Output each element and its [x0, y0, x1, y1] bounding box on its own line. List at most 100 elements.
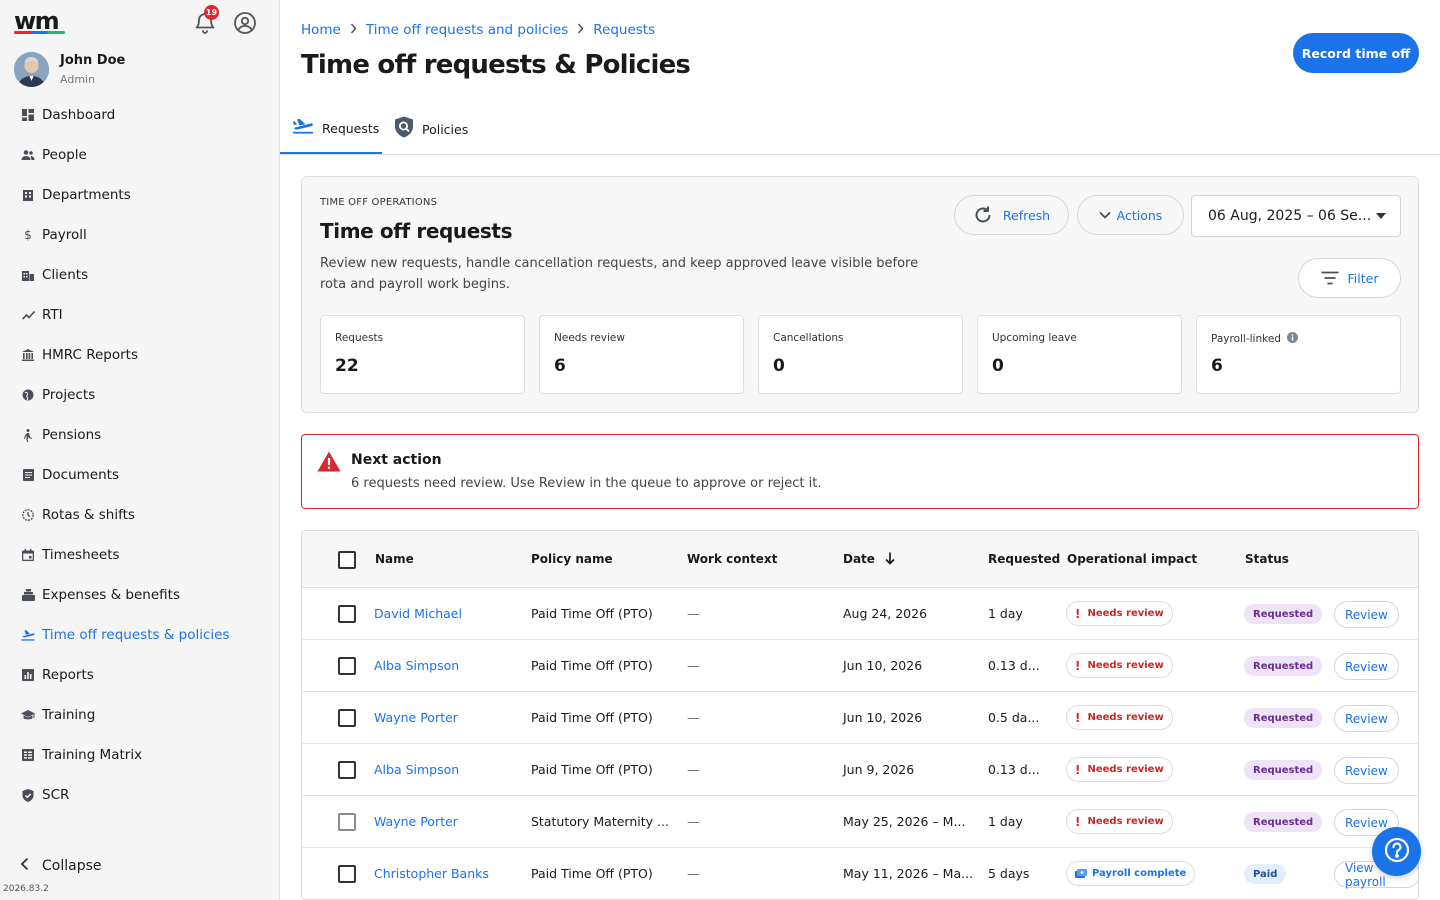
notification-badge: 19 [204, 5, 219, 20]
review-button[interactable]: Review [1334, 601, 1399, 628]
refresh-button[interactable]: Refresh [954, 195, 1069, 235]
stat-label: Payroll-linked [1211, 332, 1299, 346]
status-badge: Requested [1244, 708, 1323, 728]
sidebar-item-payroll[interactable]: $ Payroll [0, 215, 279, 255]
sidebar-item-reports[interactable]: Reports [0, 655, 279, 695]
sidebar-item-rti[interactable]: RTI [0, 295, 279, 335]
sidebar-item-training-matrix[interactable]: Training Matrix [0, 735, 279, 775]
row-checkbox[interactable] [338, 657, 356, 675]
chevron-right-icon [577, 23, 584, 37]
tab-requests[interactable]: Requests [280, 104, 382, 154]
sidebar-item-label: Reports [42, 667, 94, 683]
review-button[interactable]: Review [1334, 653, 1399, 680]
impact-label: Needs review [1087, 764, 1164, 775]
sidebar: wm 19 John Doe Admin Dashboard People De… [0, 0, 280, 900]
page-title: Time off requests & Policies [301, 50, 691, 80]
policy-name: Paid Time Off (PTO) [531, 606, 653, 621]
impact-label: Needs review [1087, 608, 1164, 619]
dollar-icon: $ [24, 228, 32, 242]
sidebar-item-scr[interactable]: SCR [0, 775, 279, 815]
actions-button[interactable]: Actions [1077, 195, 1184, 235]
refresh-icon [973, 205, 993, 225]
sidebar-item-pensions[interactable]: Pensions [0, 415, 279, 455]
chevron-left-icon [20, 856, 30, 875]
sidebar-item-label: Training Matrix [42, 747, 143, 763]
logo-underline [14, 31, 65, 34]
employee-name-link[interactable]: Alba Simpson [374, 762, 459, 777]
app-logo[interactable]: wm [14, 9, 60, 33]
employee-name-link[interactable]: Christopher Banks [374, 866, 489, 881]
app-version: 2026.83.2 [3, 884, 49, 894]
help-button[interactable] [1372, 827, 1421, 876]
section-title: Time off requests [320, 219, 513, 243]
building-icon [21, 188, 35, 202]
calendar-icon [21, 548, 35, 562]
breadcrumb: Home Time off requests and policies Requ… [301, 22, 655, 38]
table-row[interactable]: David Michael Paid Time Off (PTO) — Aug … [302, 588, 1418, 640]
employee-name-link[interactable]: Wayne Porter [374, 814, 458, 829]
row-checkbox[interactable] [338, 761, 356, 779]
sidebar-item-label: Documents [42, 467, 119, 483]
select-all-checkbox[interactable] [338, 551, 356, 569]
sidebar-item-hmrc-reports[interactable]: HMRC Reports [0, 335, 279, 375]
sidebar-item-dashboard[interactable]: Dashboard [0, 95, 279, 135]
filter-icon [1321, 271, 1339, 285]
table-row[interactable]: Wayne Porter Statutory Maternity ... — M… [302, 796, 1418, 848]
info-icon[interactable] [1287, 332, 1299, 346]
row-checkbox[interactable] [338, 813, 356, 831]
stat-value: 6 [554, 356, 566, 376]
table-header: Name Policy name Work context Date Reque… [302, 531, 1418, 588]
impact-badge: ! Needs review [1066, 653, 1173, 678]
row-checkbox[interactable] [338, 605, 356, 623]
review-button[interactable]: Review [1334, 705, 1399, 732]
column-header-status[interactable]: Status [1245, 552, 1289, 566]
collapse-label: Collapse [42, 857, 102, 874]
row-checkbox[interactable] [338, 865, 356, 883]
breadcrumb-home[interactable]: Home [301, 22, 341, 38]
sidebar-item-projects[interactable]: Projects [0, 375, 279, 415]
sidebar-item-timesheets[interactable]: Timesheets [0, 535, 279, 575]
table-row[interactable]: Alba Simpson Paid Time Off (PTO) — Jun 9… [302, 744, 1418, 796]
sidebar-item-clients[interactable]: Clients [0, 255, 279, 295]
column-header-requested[interactable]: Requested [988, 552, 1060, 566]
employee-name-link[interactable]: Wayne Porter [374, 710, 458, 725]
date-range-value: 06 Aug, 2025 – 06 Se... [1208, 208, 1372, 224]
table-row[interactable]: Wayne Porter Paid Time Off (PTO) — Jun 1… [302, 692, 1418, 744]
column-header-date[interactable]: Date [843, 552, 895, 568]
sidebar-item-documents[interactable]: Documents [0, 455, 279, 495]
filter-button[interactable]: Filter [1298, 258, 1401, 298]
sidebar-item-training[interactable]: Training [0, 695, 279, 735]
collapse-button[interactable]: Collapse [20, 856, 102, 875]
sidebar-item-people[interactable]: People [0, 135, 279, 175]
status-badge: Paid [1244, 864, 1287, 884]
sidebar-item-label: SCR [42, 787, 70, 803]
table-row[interactable]: Christopher Banks Paid Time Off (PTO) — … [302, 848, 1418, 899]
column-header-work-context[interactable]: Work context [687, 552, 777, 566]
stat-card-upcoming-leave: Upcoming leave 0 [977, 315, 1182, 394]
sidebar-item-departments[interactable]: Departments [0, 175, 279, 215]
sidebar-item-label: RTI [42, 307, 63, 323]
breadcrumb-requests[interactable]: Requests [593, 22, 655, 38]
tab-policies[interactable]: Policies [394, 104, 468, 154]
employee-name-link[interactable]: David Michael [374, 606, 462, 621]
sidebar-item-rotas-shifts[interactable]: Rotas & shifts [0, 495, 279, 535]
sidebar-item-time-off[interactable]: Time off requests & policies [0, 615, 279, 655]
account-icon[interactable] [233, 11, 257, 35]
record-time-off-button[interactable]: Record time off [1293, 33, 1419, 73]
breadcrumb-time-off[interactable]: Time off requests and policies [366, 22, 568, 38]
review-button[interactable]: Review [1334, 757, 1399, 784]
sidebar-item-label: Projects [42, 387, 96, 403]
row-checkbox[interactable] [338, 709, 356, 727]
employee-name-link[interactable]: Alba Simpson [374, 658, 459, 673]
sidebar-item-label: Training [42, 707, 96, 723]
column-header-impact[interactable]: Operational impact [1067, 552, 1197, 566]
column-header-policy[interactable]: Policy name [531, 552, 613, 566]
stat-card-requests: Requests 22 [320, 315, 525, 394]
date-range-select[interactable]: 06 Aug, 2025 – 06 Se... [1191, 195, 1401, 237]
avatar[interactable] [14, 52, 49, 87]
table-row[interactable]: Alba Simpson Paid Time Off (PTO) — Jun 1… [302, 640, 1418, 692]
sidebar-item-expenses-benefits[interactable]: Expenses & benefits [0, 575, 279, 615]
column-header-name[interactable]: Name [375, 552, 414, 566]
dashboard-icon [21, 108, 35, 122]
warning-icon [317, 451, 341, 476]
